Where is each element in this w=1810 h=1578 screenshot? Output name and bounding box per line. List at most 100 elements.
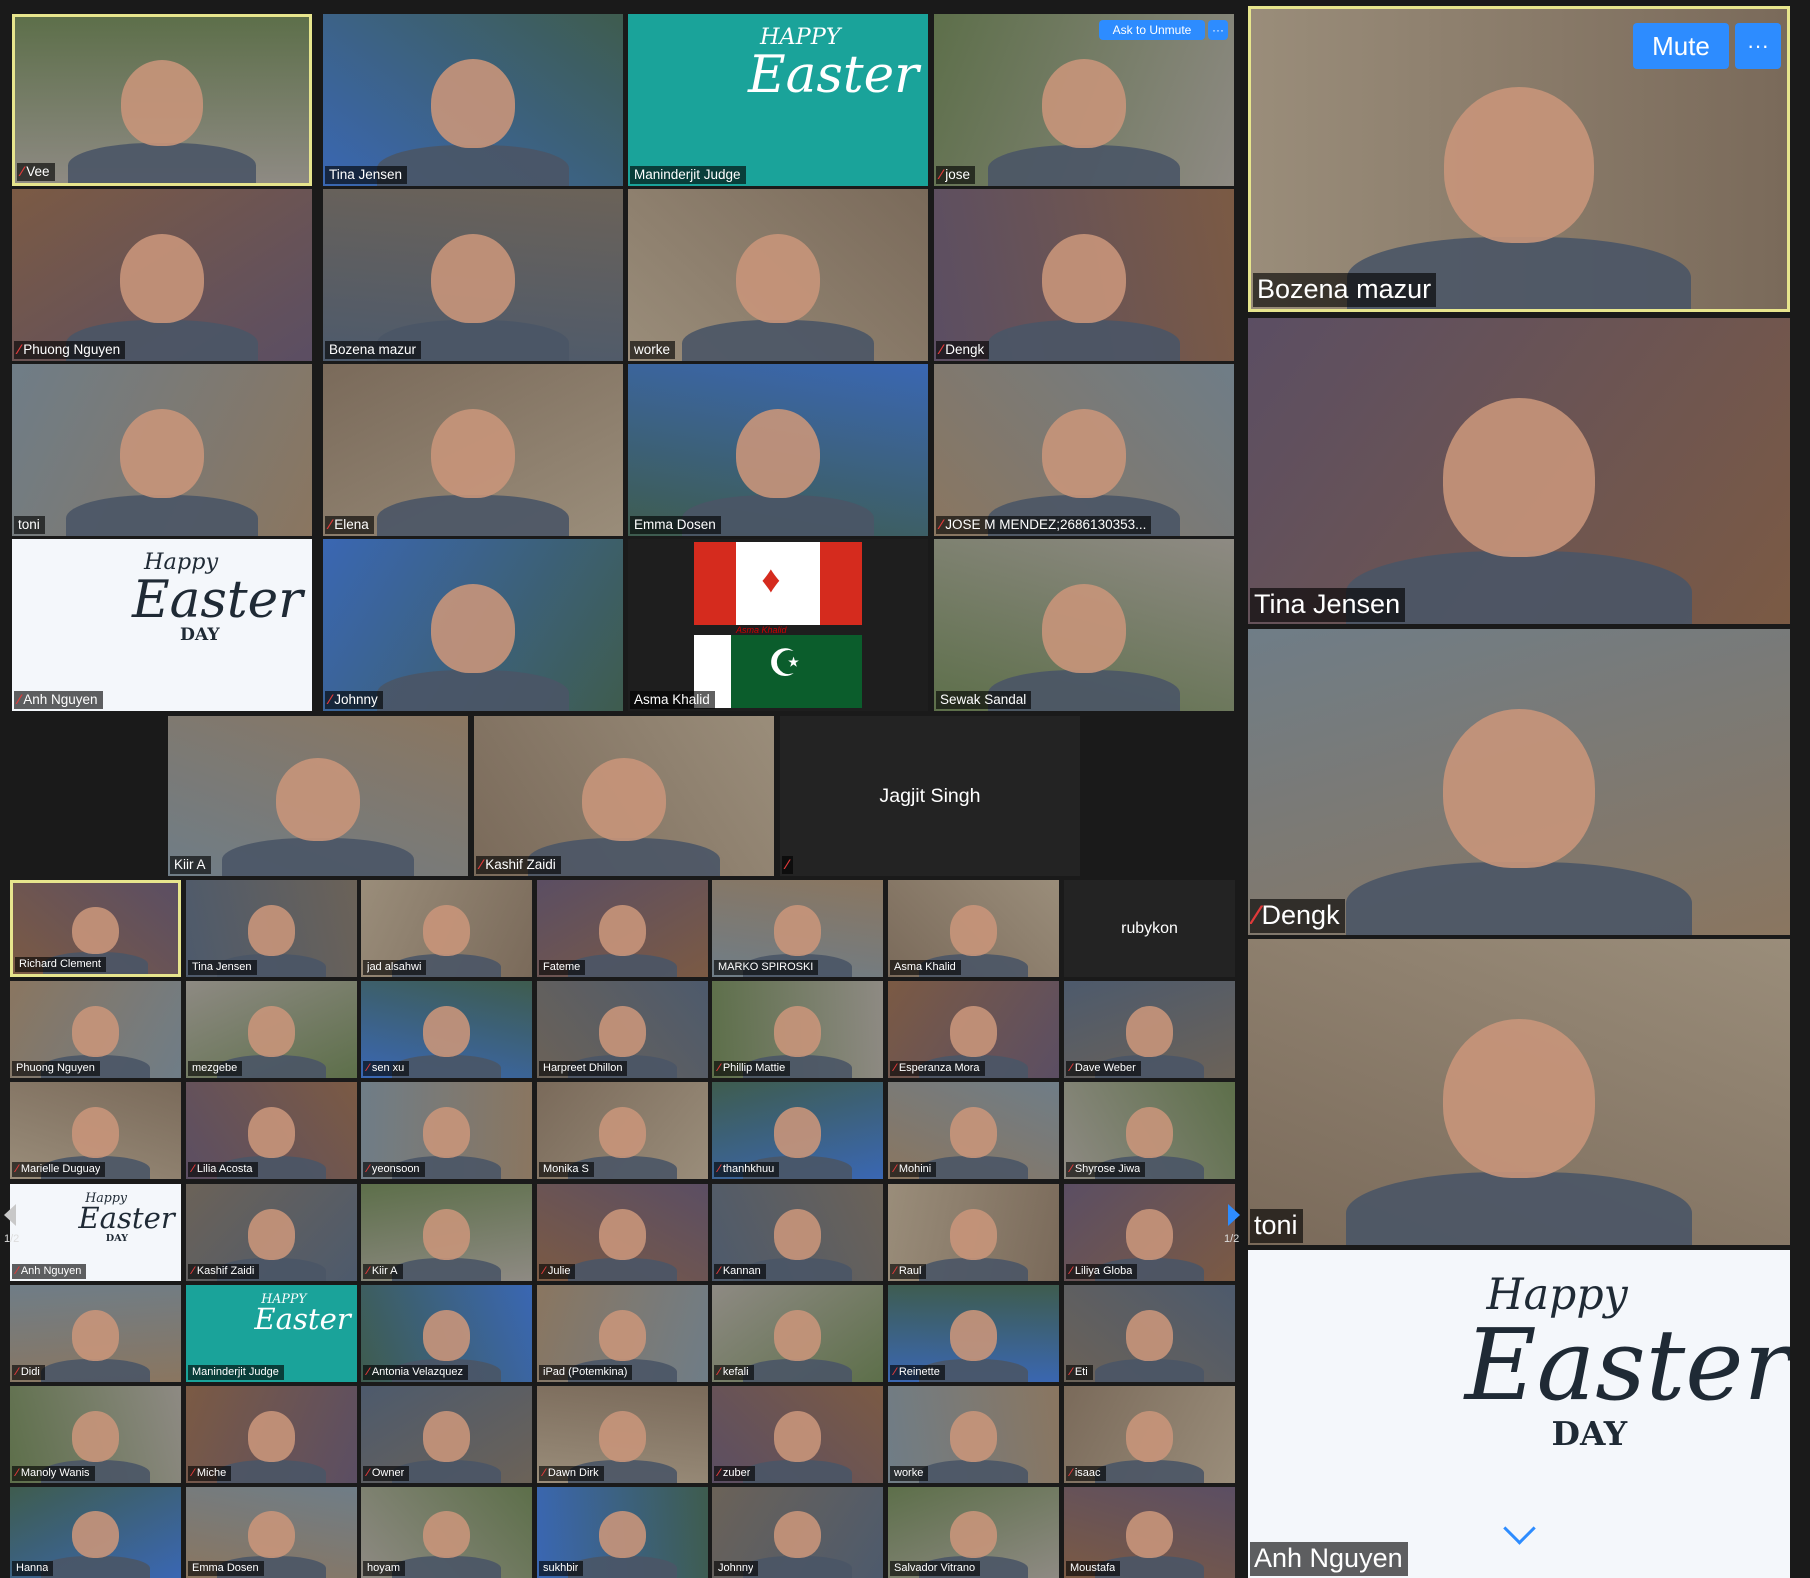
participant-tile[interactable]: Happy Easter DAY ⁄ Anh Nguyen bbox=[10, 1184, 181, 1281]
participant-tile[interactable]: ⁄ Dave Weber bbox=[1064, 981, 1235, 1078]
participant-tile[interactable]: ⁄ Eti bbox=[1064, 1285, 1235, 1382]
participant-tile[interactable]: mezgebe bbox=[186, 981, 357, 1078]
participant-tile[interactable]: ⁄ Marielle Duguay bbox=[10, 1082, 181, 1179]
participant-name-label: Harpreet Dhillon bbox=[539, 1061, 628, 1076]
participant-tile[interactable]: ⁄ jose Ask to Unmute ··· bbox=[934, 14, 1234, 186]
participant-tile[interactable]: ⁄ Esperanza Mora bbox=[888, 981, 1059, 1078]
participant-tile[interactable]: Kiir A bbox=[168, 716, 468, 876]
participant-tile[interactable]: ⁄ Dengk bbox=[934, 189, 1234, 361]
participant-silhouette bbox=[1125, 1006, 1174, 1057]
background-text-line2: Easter bbox=[748, 44, 919, 105]
pakistan-flag: ☪ bbox=[694, 635, 862, 708]
participant-tile[interactable]: ⁄ yeonsoon bbox=[361, 1082, 532, 1179]
participant-tile[interactable]: Tina Jensen bbox=[1248, 318, 1790, 624]
ask-to-unmute-button[interactable]: Ask to Unmute bbox=[1099, 20, 1205, 40]
participant-tile[interactable]: ⁄ Mohini bbox=[888, 1082, 1059, 1179]
participant-tile[interactable]: sukhbir bbox=[537, 1487, 708, 1578]
participant-name-label: ⁄ bbox=[782, 856, 794, 874]
participant-tile[interactable]: rubykon bbox=[1064, 880, 1235, 977]
participant-tile[interactable]: ⁄ Phillip Mattie bbox=[712, 981, 883, 1078]
participant-tile[interactable]: Happy Easter DAY Anh Nguyen bbox=[1248, 1250, 1790, 1578]
participant-tile[interactable]: ⁄ Owner bbox=[361, 1386, 532, 1483]
participant-tile[interactable]: ⁄ Miche bbox=[186, 1386, 357, 1483]
participant-tile[interactable]: Emma Dosen bbox=[628, 364, 928, 536]
participant-shoulders bbox=[742, 1459, 853, 1483]
participant-tile[interactable]: Richard Clement bbox=[10, 880, 181, 977]
participant-tile[interactable]: Monika S bbox=[537, 1082, 708, 1179]
participant-tile[interactable]: Harpreet Dhillon bbox=[537, 981, 708, 1078]
participant-tile[interactable]: ⁄ Vee bbox=[12, 14, 312, 186]
participant-name: Lilia Acosta bbox=[196, 1163, 253, 1175]
participant-tile[interactable]: ⁄ thanhkhuu bbox=[712, 1082, 883, 1179]
participant-tile[interactable]: ⁄ isaac bbox=[1064, 1386, 1235, 1483]
participant-tile[interactable]: Hanna bbox=[10, 1487, 181, 1578]
participant-tile[interactable]: ⁄ Kannan bbox=[712, 1184, 883, 1281]
participant-tile[interactable]: ⁄ Liliya Globa bbox=[1064, 1184, 1235, 1281]
participant-name: Eti bbox=[1074, 1366, 1088, 1378]
participant-tile[interactable]: ⁄ zuber bbox=[712, 1386, 883, 1483]
participant-tile[interactable]: ⁄ Raul bbox=[888, 1184, 1059, 1281]
muted-mic-icon: ⁄ bbox=[1070, 1366, 1072, 1378]
participant-tile[interactable]: ⁄ Kashif Zaidi bbox=[186, 1184, 357, 1281]
participant-silhouette bbox=[1443, 708, 1595, 868]
participant-tile[interactable]: Sewak Sandal bbox=[934, 539, 1234, 711]
participant-tile[interactable]: ⁄ sen xu bbox=[361, 981, 532, 1078]
participant-tile[interactable]: ⁄ Didi bbox=[10, 1285, 181, 1382]
participant-tile[interactable]: worke bbox=[628, 189, 928, 361]
participant-tile[interactable]: Fateme bbox=[537, 880, 708, 977]
participant-tile[interactable]: MARKO SPIROSKI bbox=[712, 880, 883, 977]
more-options-button[interactable]: ··· bbox=[1735, 23, 1781, 69]
participant-tile[interactable]: ♦ Asma Khalid ☪ Asma Khalid bbox=[628, 539, 928, 711]
participant-tile[interactable]: ⁄ Julie bbox=[537, 1184, 708, 1281]
participant-tile[interactable]: ⁄ Johnny bbox=[323, 539, 623, 711]
participant-tile[interactable]: ⁄ Dawn Dirk bbox=[537, 1386, 708, 1483]
participant-name: Maninderjit Judge bbox=[192, 1366, 279, 1378]
participant-tile[interactable]: HAPPY Easter Maninderjit Judge bbox=[628, 14, 928, 186]
participant-silhouette bbox=[1443, 87, 1595, 243]
participant-tile[interactable]: Happy Easter DAY ⁄ Anh Nguyen bbox=[12, 539, 312, 711]
participant-shoulders bbox=[682, 319, 874, 361]
participant-tile[interactable]: ⁄ Lilia Acosta bbox=[186, 1082, 357, 1179]
participant-tile[interactable]: Tina Jensen bbox=[323, 14, 623, 186]
participant-silhouette bbox=[773, 1510, 822, 1558]
participant-name: Tina Jensen bbox=[1254, 589, 1401, 619]
participant-tile[interactable]: HAPPY Easter Maninderjit Judge bbox=[186, 1285, 357, 1382]
mute-button[interactable]: Mute bbox=[1633, 23, 1729, 69]
participant-tile[interactable]: ⁄ Kiir A bbox=[361, 1184, 532, 1281]
participant-tile[interactable]: ⁄ Shyrose Jiwa bbox=[1064, 1082, 1235, 1179]
participant-tile[interactable]: Salvador Vitrano bbox=[888, 1487, 1059, 1578]
participant-tile[interactable]: iPad (Potemkina) bbox=[537, 1285, 708, 1382]
participant-name-label: toni bbox=[14, 516, 45, 534]
participant-tile[interactable]: toni bbox=[1248, 939, 1790, 1245]
participant-silhouette bbox=[247, 1209, 296, 1260]
participant-tile[interactable]: ⁄ kefali bbox=[712, 1285, 883, 1382]
tile-more-options-button[interactable]: ··· bbox=[1208, 20, 1228, 40]
participant-name: Moustafa bbox=[1070, 1562, 1116, 1574]
participant-tile[interactable]: Johnny bbox=[712, 1487, 883, 1578]
participant-tile[interactable]: ⁄ Phuong Nguyen bbox=[12, 189, 312, 361]
participant-tile[interactable]: Asma Khalid bbox=[888, 880, 1059, 977]
participant-tile[interactable]: Tina Jensen bbox=[186, 880, 357, 977]
participant-tile[interactable]: jad alsahwi bbox=[361, 880, 532, 977]
participant-tile[interactable]: ⁄ Kashif Zaidi bbox=[474, 716, 774, 876]
participant-tile[interactable]: Phuong Nguyen bbox=[10, 981, 181, 1078]
previous-page-arrow-icon[interactable] bbox=[4, 1204, 16, 1226]
participant-tile[interactable]: ⁄ Elena bbox=[323, 364, 623, 536]
participant-tile[interactable]: Moustafa bbox=[1064, 1487, 1235, 1578]
participant-tile[interactable]: Jagjit Singh ⁄ bbox=[780, 716, 1080, 876]
muted-mic-icon: ⁄ bbox=[718, 1163, 720, 1175]
participant-tile[interactable]: ⁄ JOSE M MENDEZ;2686130353... bbox=[934, 364, 1234, 536]
participant-tile[interactable]: ⁄ Antonia Velazquez bbox=[361, 1285, 532, 1382]
participant-tile[interactable]: ⁄ Manoly Wanis bbox=[10, 1386, 181, 1483]
participant-tile[interactable]: Emma Dosen bbox=[186, 1487, 357, 1578]
participant-tile[interactable]: ⁄ Reinette bbox=[888, 1285, 1059, 1382]
participant-name: Julie bbox=[547, 1265, 571, 1277]
participant-tile[interactable]: toni bbox=[12, 364, 312, 536]
participant-tile[interactable]: Bozena mazur bbox=[323, 189, 623, 361]
participant-tile[interactable]: ⁄ Dengk bbox=[1248, 629, 1790, 935]
next-page-arrow-icon[interactable] bbox=[1228, 1204, 1240, 1226]
participant-tile[interactable]: worke bbox=[888, 1386, 1059, 1483]
participant-tile[interactable]: Bozena mazur Mute ··· bbox=[1248, 6, 1790, 312]
participant-name-label: ⁄ JOSE M MENDEZ;2686130353... bbox=[936, 516, 1152, 534]
participant-tile[interactable]: hoyam bbox=[361, 1487, 532, 1578]
